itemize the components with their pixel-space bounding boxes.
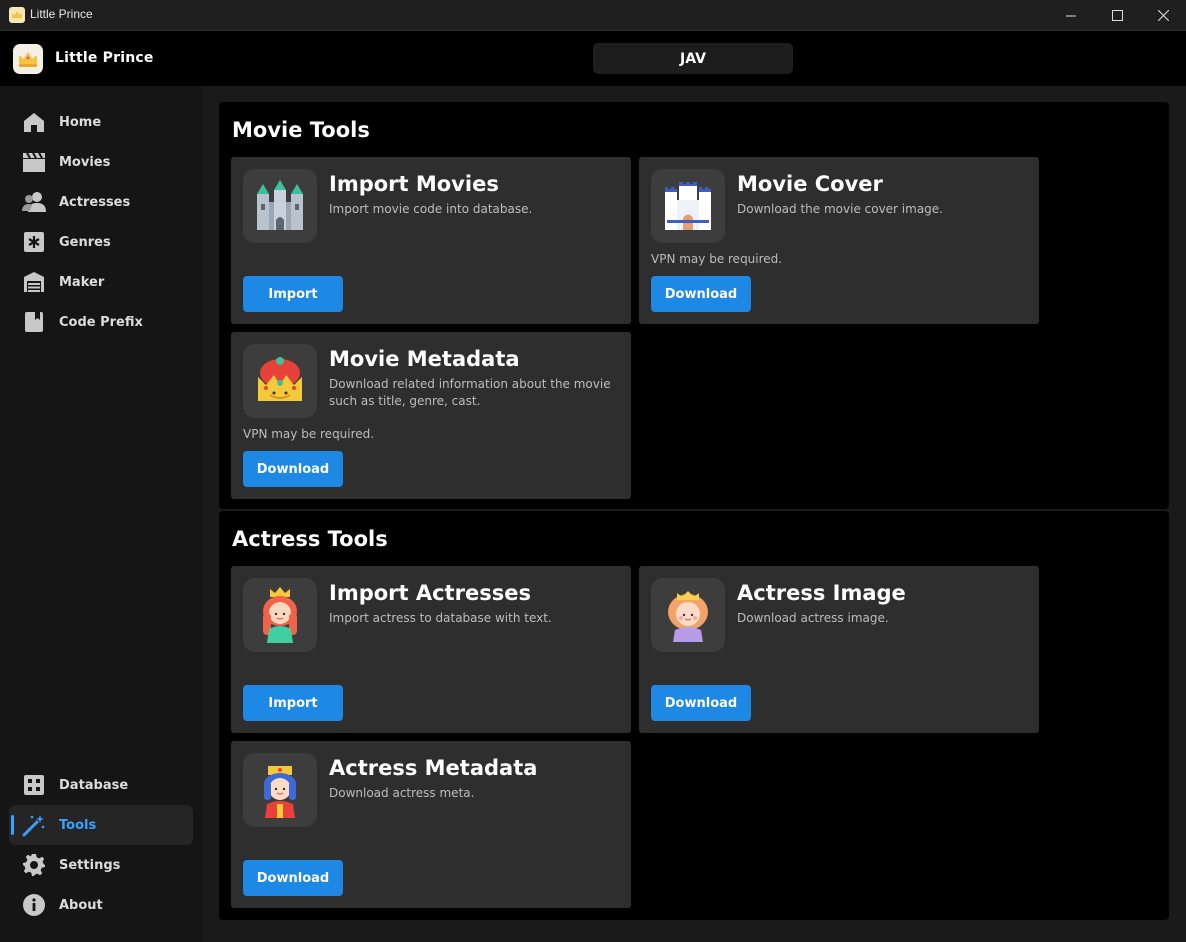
minimize-icon[interactable] bbox=[1048, 0, 1094, 31]
sidebar-item-about[interactable]: About bbox=[9, 885, 193, 925]
card-description: Download actress meta. bbox=[329, 786, 475, 800]
movie-cover-card: Movie Cover Download the movie cover ima… bbox=[639, 157, 1039, 324]
main-content: Movie Tools Import Movies Import movie c bbox=[203, 86, 1186, 942]
sidebar-item-label: Settings bbox=[59, 857, 121, 873]
card-title: Movie Cover bbox=[737, 172, 883, 196]
app-logo-icon bbox=[13, 44, 43, 74]
active-indicator bbox=[11, 815, 14, 835]
card-title: Import Actresses bbox=[329, 581, 531, 605]
sidebar-item-settings[interactable]: Settings bbox=[9, 845, 193, 885]
book-icon bbox=[21, 309, 47, 335]
sidebar-item-actresses[interactable]: Actresses bbox=[9, 182, 193, 222]
people-icon bbox=[21, 189, 47, 215]
princess-icon bbox=[243, 578, 317, 652]
import-movies-button[interactable]: Import bbox=[243, 276, 343, 312]
window-title: Little Prince bbox=[30, 7, 93, 21]
movie-tools-section: Movie Tools Import Movies Import movie c bbox=[219, 102, 1169, 509]
card-description: Download related information about the m… bbox=[329, 377, 611, 408]
clapperboard-icon bbox=[21, 149, 47, 175]
mode-label: JAV bbox=[680, 50, 706, 67]
sidebar-item-label: Genres bbox=[59, 234, 111, 250]
castle-icon bbox=[243, 169, 317, 243]
card-description: Import actress to database with text. bbox=[329, 611, 552, 625]
card-description: Download actress image. bbox=[737, 611, 889, 625]
sidebar-item-tools[interactable]: Tools bbox=[9, 805, 193, 845]
sidebar-item-label: Database bbox=[59, 777, 129, 793]
actress-image-card: Actress Image Download actress image. Do… bbox=[639, 566, 1039, 733]
import-actresses-card: Import Actresses Import actress to datab… bbox=[231, 566, 631, 733]
sidebar-item-code-prefix[interactable]: Code Prefix bbox=[9, 302, 193, 342]
sidebar: Home Movies Actresses Genres Maker Code … bbox=[0, 86, 203, 942]
gear-icon bbox=[21, 852, 47, 878]
sidebar-item-label: Maker bbox=[59, 274, 105, 290]
sidebar-item-label: Code Prefix bbox=[59, 314, 143, 330]
sidebar-item-label: About bbox=[59, 897, 103, 913]
card-description: Download the movie cover image. bbox=[737, 202, 943, 216]
sidebar-item-movies[interactable]: Movies bbox=[9, 142, 193, 182]
card-note: VPN may be required. bbox=[243, 427, 375, 441]
import-actresses-button[interactable]: Import bbox=[243, 685, 343, 721]
section-title: Actress Tools bbox=[232, 527, 388, 551]
asterisk-icon bbox=[21, 229, 47, 255]
grid-icon bbox=[21, 772, 47, 798]
card-title: Actress Metadata bbox=[329, 756, 538, 780]
maximize-icon[interactable] bbox=[1094, 0, 1140, 31]
card-title: Import Movies bbox=[329, 172, 499, 196]
card-note: VPN may be required. bbox=[651, 252, 783, 266]
actress-metadata-card: Actress Metadata Download actress meta. … bbox=[231, 741, 631, 908]
app-header: Little Prince JAV bbox=[0, 31, 1186, 86]
movie-metadata-card: Movie Metadata Download related informat… bbox=[231, 332, 631, 499]
download-actress-image-button[interactable]: Download bbox=[651, 685, 751, 721]
section-title: Movie Tools bbox=[232, 118, 370, 142]
queen-icon bbox=[651, 578, 725, 652]
magic-wand-icon bbox=[21, 812, 47, 838]
sidebar-item-label: Tools bbox=[59, 817, 97, 833]
app-crown-icon bbox=[9, 7, 25, 23]
download-movie-cover-button[interactable]: Download bbox=[651, 276, 751, 312]
app-name: Little Prince bbox=[55, 50, 154, 66]
white-castle-icon bbox=[651, 169, 725, 243]
sidebar-item-genres[interactable]: Genres bbox=[9, 222, 193, 262]
sidebar-item-database[interactable]: Database bbox=[9, 765, 193, 805]
sidebar-item-label: Movies bbox=[59, 154, 111, 170]
close-icon[interactable] bbox=[1140, 0, 1186, 31]
download-movie-metadata-button[interactable]: Download bbox=[243, 451, 343, 487]
info-icon bbox=[21, 892, 47, 918]
import-movies-card: Import Movies Import movie code into dat… bbox=[231, 157, 631, 324]
home-icon bbox=[21, 109, 47, 135]
download-actress-metadata-button[interactable]: Download bbox=[243, 860, 343, 896]
sidebar-item-label: Actresses bbox=[59, 194, 131, 210]
sidebar-item-maker[interactable]: Maker bbox=[9, 262, 193, 302]
sidebar-item-label: Home bbox=[59, 114, 102, 130]
card-title: Actress Image bbox=[737, 581, 906, 605]
prince-icon bbox=[243, 753, 317, 827]
sidebar-item-home[interactable]: Home bbox=[9, 102, 193, 142]
mode-selector[interactable]: JAV bbox=[593, 43, 793, 74]
card-description: Import movie code into database. bbox=[329, 202, 533, 216]
actress-tools-section: Actress Tools Import Actresses Import ac… bbox=[219, 511, 1169, 920]
king-icon bbox=[243, 344, 317, 418]
warehouse-icon bbox=[21, 269, 47, 295]
card-title: Movie Metadata bbox=[329, 347, 520, 371]
window-titlebar: Little Prince bbox=[0, 0, 1186, 31]
